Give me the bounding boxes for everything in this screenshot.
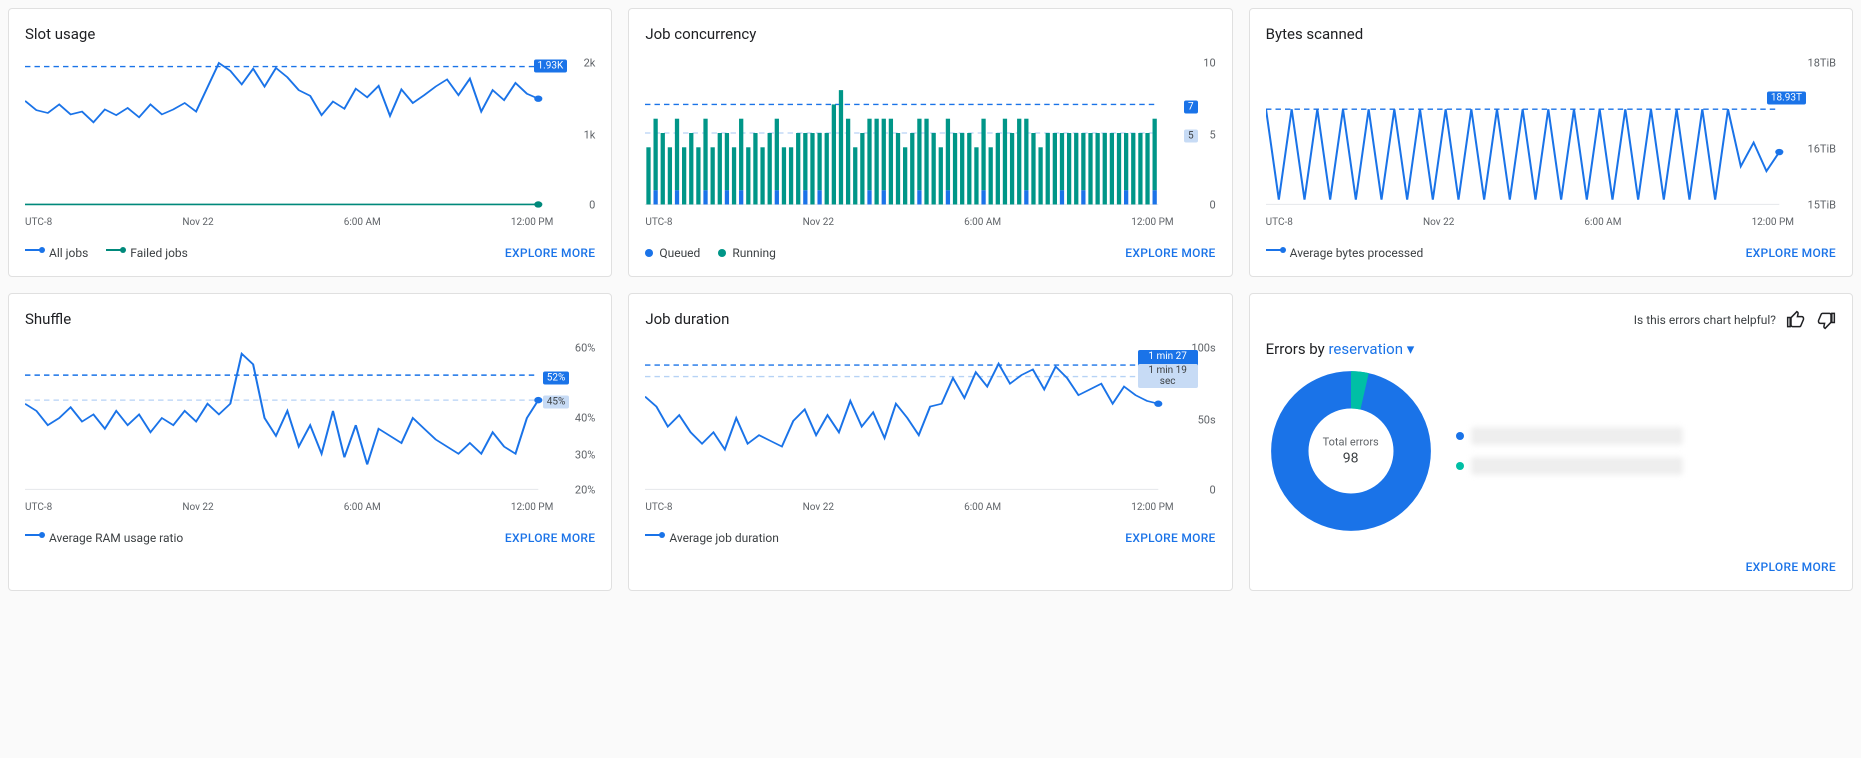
x-axis: UTC-8 Nov 22 6:00 AM 12:00 PM — [1266, 217, 1836, 228]
legend-item: Average job duration — [645, 531, 779, 545]
thumb-up-icon[interactable] — [1786, 310, 1806, 330]
y-tick: 5 — [1209, 128, 1215, 141]
bytes-scanned-card: Bytes scanned 18TiB 16TiB 15TiB 18.93T U… — [1249, 8, 1853, 277]
shuffle-card: Shuffle 60% 40% 30% 20% 52% 45% UTC-8 No… — [8, 293, 612, 591]
y-tick: 60% — [575, 341, 595, 354]
value-badge: 7 — [1184, 101, 1198, 114]
legend-item: Average RAM usage ratio — [25, 531, 183, 545]
legend-label-redacted — [1472, 458, 1682, 474]
job-concurrency-title: Job concurrency — [645, 25, 1215, 43]
y-tick: 20% — [575, 484, 595, 497]
errors-legend — [1456, 428, 1682, 474]
bytes-scanned-chart: 18TiB 16TiB 15TiB 18.93T — [1266, 53, 1836, 213]
x-tick: Nov 22 — [182, 217, 213, 228]
y-tick: 30% — [575, 448, 595, 461]
y-tick: 50s — [1198, 413, 1216, 426]
x-tick: 6:00 AM — [344, 217, 381, 228]
x-tick: UTC-8 — [1266, 217, 1293, 228]
explore-more-button[interactable]: EXPLORE MORE — [1125, 246, 1215, 260]
y-tick: 16TiB — [1808, 143, 1836, 156]
y-tick: 0 — [1209, 484, 1215, 497]
x-tick: 12:00 PM — [511, 502, 553, 513]
x-tick: UTC-8 — [645, 217, 672, 228]
job-concurrency-chart: 10 5 0 7 5 — [645, 53, 1215, 213]
explore-more-button[interactable]: EXPLORE MORE — [1746, 560, 1836, 574]
slot-usage-chart: 2k 1k 0 1.93K — [25, 53, 595, 213]
explore-more-button[interactable]: EXPLORE MORE — [505, 531, 595, 545]
job-duration-chart: 100s 50s 0 1 min 27 sec 1 min 19 sec — [645, 338, 1215, 498]
y-tick: 18TiB — [1808, 56, 1836, 69]
job-concurrency-legend: Queued Running — [645, 246, 776, 260]
y-tick: 15TiB — [1808, 199, 1836, 212]
errors-card: Is this errors chart helpful? Errors by … — [1249, 293, 1853, 591]
legend-item: Average bytes processed — [1266, 246, 1424, 260]
donut-center-value: 98 — [1323, 451, 1379, 467]
job-duration-legend: Average job duration — [645, 531, 779, 545]
x-tick: 6:00 AM — [344, 502, 381, 513]
value-badge-light: 45% — [543, 396, 570, 409]
x-axis: UTC-8 Nov 22 6:00 AM 12:00 PM — [25, 502, 595, 513]
value-badge: 52% — [543, 372, 570, 385]
legend-item — [1456, 458, 1682, 474]
bytes-scanned-legend: Average bytes processed — [1266, 246, 1424, 260]
y-tick: 10 — [1203, 56, 1215, 69]
shuffle-chart: 60% 40% 30% 20% 52% 45% — [25, 338, 595, 498]
shuffle-title: Shuffle — [25, 310, 595, 328]
errors-dropdown[interactable]: reservation ▾ — [1328, 340, 1414, 358]
explore-more-button[interactable]: EXPLORE MORE — [1125, 531, 1215, 545]
job-concurrency-card: Job concurrency 10 5 0 7 5 UTC-8 Nov 22 … — [628, 8, 1232, 277]
value-badge-light: 5 — [1184, 130, 1198, 143]
x-tick: Nov 22 — [803, 502, 834, 513]
donut-center-label: Total errors — [1323, 436, 1379, 449]
legend-item: Queued — [645, 246, 700, 260]
legend-item — [1456, 428, 1682, 444]
slot-usage-card: Slot usage 2k 1k 0 1.93K UTC-8 Nov 22 6:… — [8, 8, 612, 277]
x-tick: Nov 22 — [182, 502, 213, 513]
x-tick: Nov 22 — [1423, 217, 1454, 228]
y-tick: 0 — [1209, 199, 1215, 212]
slot-usage-legend: All jobs Failed jobs — [25, 246, 188, 260]
x-tick: 6:00 AM — [964, 502, 1001, 513]
x-tick: 12:00 PM — [1752, 217, 1794, 228]
legend-item: Running — [718, 246, 776, 260]
value-badge-light: 1 min 19 sec — [1138, 364, 1198, 388]
x-tick: 12:00 PM — [511, 217, 553, 228]
x-tick: 6:00 AM — [1584, 217, 1621, 228]
legend-item: All jobs — [25, 246, 88, 260]
legend-label-redacted — [1472, 428, 1682, 444]
x-axis: UTC-8 Nov 22 6:00 AM 12:00 PM — [645, 217, 1215, 228]
explore-more-button[interactable]: EXPLORE MORE — [505, 246, 595, 260]
y-tick: 40% — [575, 412, 595, 425]
x-axis: UTC-8 Nov 22 6:00 AM 12:00 PM — [645, 502, 1215, 513]
job-duration-card: Job duration 100s 50s 0 1 min 27 sec 1 m… — [628, 293, 1232, 591]
y-tick: 2k — [584, 56, 596, 69]
x-tick: 6:00 AM — [964, 217, 1001, 228]
value-badge: 1.93K — [534, 59, 568, 72]
x-tick: 12:00 PM — [1131, 502, 1173, 513]
y-tick: 0 — [589, 199, 595, 212]
value-badge: 18.93T — [1767, 91, 1806, 104]
y-tick: 1k — [584, 128, 596, 141]
shuffle-legend: Average RAM usage ratio — [25, 531, 183, 545]
bytes-scanned-title: Bytes scanned — [1266, 25, 1836, 43]
thumb-down-icon[interactable] — [1816, 310, 1836, 330]
x-tick: UTC-8 — [25, 502, 52, 513]
x-tick: UTC-8 — [25, 217, 52, 228]
legend-item: Failed jobs — [106, 246, 188, 260]
x-tick: Nov 22 — [803, 217, 834, 228]
errors-donut-chart: Total errors 98 — [1266, 366, 1436, 536]
job-duration-title: Job duration — [645, 310, 1215, 328]
x-tick: UTC-8 — [645, 502, 672, 513]
x-axis: UTC-8 Nov 22 6:00 AM 12:00 PM — [25, 217, 595, 228]
explore-more-button[interactable]: EXPLORE MORE — [1746, 246, 1836, 260]
errors-title: Errors by reservation ▾ — [1266, 340, 1836, 358]
helpful-text: Is this errors chart helpful? — [1634, 313, 1776, 327]
slot-usage-title: Slot usage — [25, 25, 595, 43]
x-tick: 12:00 PM — [1131, 217, 1173, 228]
